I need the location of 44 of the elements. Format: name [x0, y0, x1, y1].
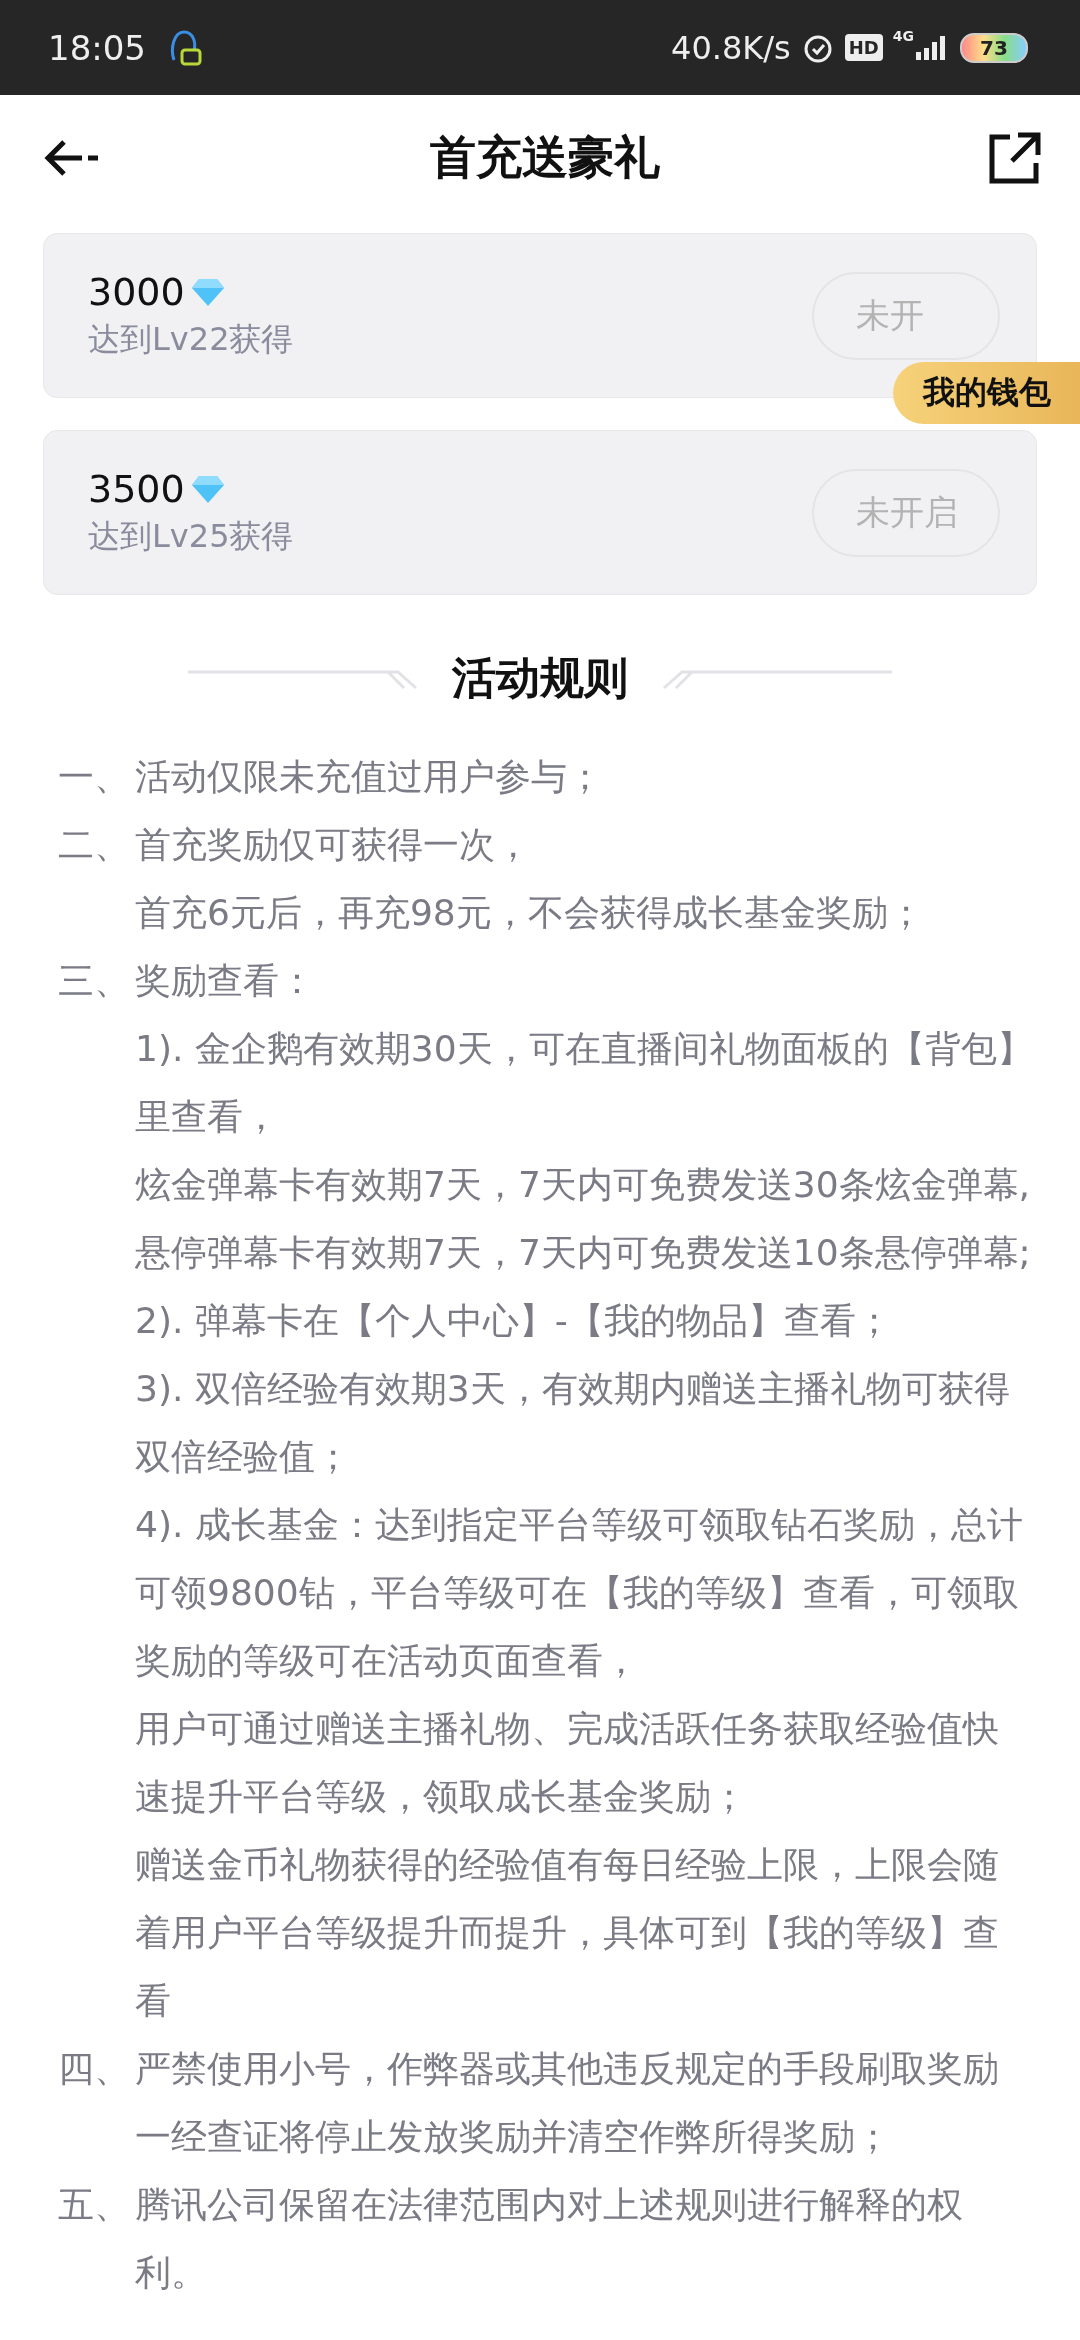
battery-indicator: 73 — [960, 32, 1028, 63]
rule-text: 3). 双倍经验有效期3天，有效期内赠送主播礼物可获得 — [135, 1367, 1011, 1411]
rule-text: 赠送金币礼物获得的经验值有每日经验上限，上限会随 — [135, 1843, 1000, 1887]
hd-badge: HD — [844, 34, 883, 61]
rule-text: 一经查证将停止发放奖励并清空作弊所得奖励； — [135, 2115, 892, 2159]
rule-text: 1). 金企鹅有效期30天，可在直播间礼物面板的【背包】 — [135, 1027, 1033, 1071]
rule-text: 速提升平台等级，领取成长基金奖励； — [135, 1775, 748, 1819]
rule-text: 利。 — [135, 2251, 208, 2295]
rule-text: 严禁使用小号，作弊器或其他违反规定的手段刷取奖励 — [135, 2047, 999, 2091]
diamond-icon — [190, 276, 225, 307]
rule-text: 着用户平台等级提升而提升，具体可到【我的等级】查 — [135, 1911, 1000, 1955]
rule-text: 4). 成长基金：达到指定平台等级可领取钻石奖励，总计 — [135, 1503, 1024, 1547]
rule-text: 炫金弹幕卡有效期7天，7天内可免费发送30条炫金弹幕, — [135, 1163, 1032, 1207]
diamond-icon — [190, 473, 225, 504]
page-title: 首充送豪礼 — [430, 128, 660, 186]
rule-text: 奖励的等级可在活动页面查看， — [135, 1639, 640, 1683]
status-time: 18:05 — [48, 27, 146, 68]
rule-number: 四、 — [58, 2047, 131, 2091]
rule-number: 五、 — [58, 2183, 131, 2227]
rule-text: 奖励查看： — [135, 959, 316, 1003]
rules-title: 活动规则 — [452, 650, 628, 705]
rule-text: 首充奖励仅可获得一次， — [135, 823, 532, 867]
rule-text: 里查看， — [135, 1095, 280, 1139]
level-condition: 达到Lv25获得 — [88, 515, 294, 557]
diamond-amount: 3000 — [88, 269, 185, 314]
rule-text: 首充6元后，再充98元，不会获得成长基金奖励； — [135, 891, 924, 935]
rule-text: 悬停弹幕卡有效期7天，7天内可免费发送10条悬停弹幕; — [135, 1231, 1032, 1275]
rule-text: 用户可通过赠送主播礼物、完成活跃任务获取经验值快 — [135, 1707, 1000, 1751]
rule-text: 双倍经验值； — [135, 1435, 352, 1479]
network-type: 4G — [892, 28, 914, 44]
share-button[interactable] — [988, 130, 1042, 185]
rule-number: 二、 — [58, 823, 131, 867]
diamond-amount: 3500 — [88, 466, 185, 511]
rule-text: 腾讯公司保留在法律范围内对上述规则进行解释的权 — [135, 2183, 963, 2227]
rule-text: 可领9800钻，平台等级可在【我的等级】查看，可领取 — [135, 1571, 1020, 1615]
level-condition: 达到Lv22获得 — [88, 318, 294, 360]
rule-text: 2). 弹幕卡在【个人中心】-【我的物品】查看； — [135, 1299, 893, 1343]
signal-icon — [916, 35, 946, 60]
network-speed: 40.8K/s — [671, 28, 791, 67]
rule-number: 一、 — [58, 755, 131, 799]
rule-text: 看 — [135, 1979, 172, 2023]
wallet-badge[interactable]: 我的钱包 — [893, 362, 1080, 424]
rule-text: 活动仅限未充值过用户参与； — [135, 755, 603, 799]
rule-number: 三、 — [58, 959, 131, 1003]
